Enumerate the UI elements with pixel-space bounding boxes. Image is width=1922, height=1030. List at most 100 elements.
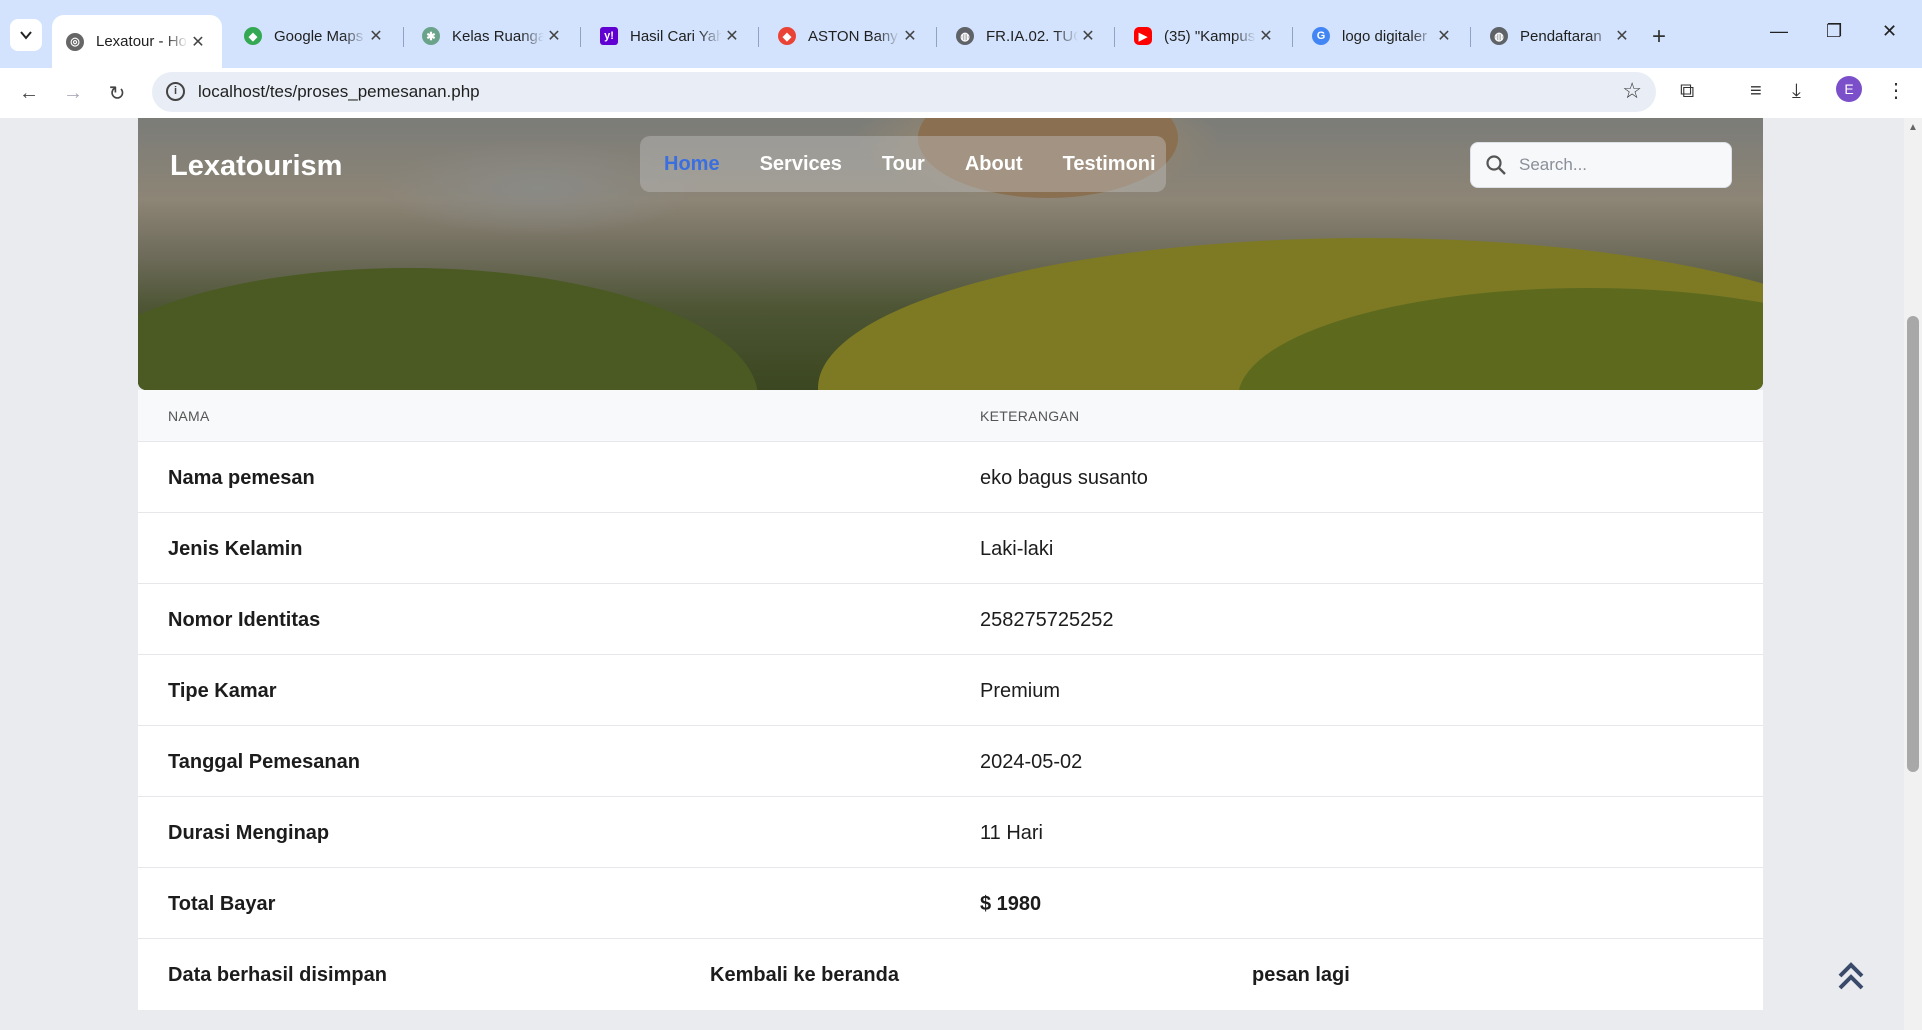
youtube-icon: ▶	[1134, 27, 1152, 45]
nav-services[interactable]: Services	[760, 153, 842, 176]
table-footer-row: Data berhasil disimpan Kembali ke berand…	[138, 939, 1763, 1010]
url-text: localhost/tes/proses_pemesanan.php	[198, 82, 480, 101]
close-icon[interactable]: ✕	[366, 26, 386, 46]
profile-avatar[interactable]: E	[1836, 76, 1862, 102]
nav-home[interactable]: Home	[664, 153, 720, 176]
row-label: Tipe Kamar	[168, 680, 277, 702]
row-value: Premium	[980, 680, 1061, 702]
tab-title: FR.IA.02. TUG	[986, 27, 1078, 45]
classroom-icon: ✱	[422, 27, 440, 45]
column-header-nama: NAMA	[168, 408, 210, 424]
tab-title: Pendaftaran	[1520, 27, 1602, 45]
table-row: Nama pemesan eko bagus susanto	[138, 442, 1763, 513]
tab-separator	[936, 27, 937, 47]
tab-search-button[interactable]	[10, 19, 42, 51]
minimize-button[interactable]: —	[1770, 21, 1788, 42]
tab-title: ASTON Bany	[808, 27, 898, 45]
tab-kelas-ruang[interactable]: ✱ Kelas Ruanga ✕	[408, 15, 578, 57]
row-label: Nomor Identitas	[168, 609, 321, 631]
tab-google-maps[interactable]: ◆ Google Maps ✕	[230, 15, 400, 57]
globe-icon: ◍	[956, 27, 974, 45]
row-value: Laki-laki	[980, 538, 1054, 560]
page-scrollbar[interactable]: ▲	[1904, 118, 1922, 1030]
address-bar[interactable]: i localhost/tes/proses_pemesanan.php ☆	[152, 72, 1656, 112]
close-icon[interactable]: ✕	[1434, 26, 1454, 46]
tab-separator	[1114, 27, 1115, 47]
book-again-link[interactable]: pesan lagi	[1252, 964, 1350, 987]
reload-button[interactable]: ↻	[102, 78, 132, 108]
tab-aston[interactable]: ◆ ASTON Bany ✕	[764, 15, 934, 57]
tab-title: Google Maps	[274, 27, 364, 45]
scroll-up-arrow-icon[interactable]: ▲	[1908, 122, 1918, 133]
media-control-icon[interactable]: ≡	[1750, 80, 1762, 103]
tab-pendaftaran[interactable]: ◍ Pendaftaran ✕	[1476, 15, 1646, 57]
table-header: NAMA KETERANGAN	[138, 390, 1763, 442]
browser-tab-bar: ◎ Lexatour - Ho ✕ ◆ Google Maps ✕ ✱ Kela…	[0, 0, 1922, 68]
tab-yahoo[interactable]: y! Hasil Cari Yah ✕	[586, 15, 756, 57]
close-icon[interactable]: ✕	[900, 26, 920, 46]
tab-separator	[403, 27, 404, 47]
back-home-link[interactable]: Kembali ke beranda	[710, 964, 899, 987]
tab-separator	[580, 27, 581, 47]
tab-separator	[1292, 27, 1293, 47]
row-label: Jenis Kelamin	[168, 538, 303, 560]
close-window-button[interactable]: ✕	[1882, 21, 1897, 42]
save-status-text: Data berhasil disimpan	[168, 964, 387, 986]
back-to-top-icon[interactable]	[1836, 960, 1866, 1000]
site-logo[interactable]: Lexatourism	[170, 150, 342, 183]
search-input[interactable]	[1519, 153, 1719, 177]
tab-title: Hasil Cari Yah	[630, 27, 722, 45]
tab-title: (35) "Kampus	[1164, 27, 1256, 45]
downloads-icon[interactable]: ⤓	[1792, 80, 1801, 103]
row-value: 2024-05-02	[980, 751, 1083, 773]
tab-separator	[1470, 27, 1471, 47]
restore-button[interactable]: ❐	[1826, 21, 1842, 42]
chevron-down-icon	[20, 31, 32, 40]
close-icon[interactable]: ✕	[544, 26, 564, 46]
booking-table: NAMA KETERANGAN Nama pemesan eko bagus s…	[138, 390, 1763, 1010]
close-icon[interactable]: ✕	[1612, 26, 1632, 46]
row-value: 258275725252	[980, 609, 1114, 631]
close-icon[interactable]: ✕	[1078, 26, 1098, 46]
site-search	[1470, 142, 1732, 188]
google-icon: G	[1312, 27, 1330, 45]
table-row: Tanggal Pemesanan 2024-05-02	[138, 726, 1763, 797]
hero-foliage	[138, 268, 758, 390]
tab-lexatour[interactable]: ◎ Lexatour - Ho ✕	[52, 15, 222, 68]
main-nav: Home Services Tour About Testimoni	[640, 136, 1166, 192]
row-label: Durasi Menginap	[168, 822, 330, 844]
nav-about[interactable]: About	[965, 153, 1023, 176]
table-row: Total Bayar $ 1980	[138, 868, 1763, 939]
close-icon[interactable]: ✕	[188, 32, 208, 52]
tab-title: Lexatour - Ho	[96, 33, 187, 50]
forward-button[interactable]: →	[58, 78, 88, 108]
row-label: Nama pemesan	[168, 467, 315, 489]
new-tab-button[interactable]: +	[1652, 23, 1666, 51]
tab-youtube[interactable]: ▶ (35) "Kampus ✕	[1120, 15, 1290, 57]
row-value: 11 Hari	[980, 822, 1043, 844]
close-icon[interactable]: ✕	[722, 26, 742, 46]
extensions-icon[interactable]: ⧉	[1680, 80, 1694, 103]
back-button[interactable]: ←	[14, 78, 44, 108]
close-icon[interactable]: ✕	[1256, 26, 1276, 46]
nav-tour[interactable]: Tour	[882, 153, 925, 176]
tab-fria[interactable]: ◍ FR.IA.02. TUG ✕	[942, 15, 1112, 57]
column-header-keterangan: KETERANGAN	[980, 408, 1080, 424]
tab-google[interactable]: G logo digitaler ✕	[1298, 15, 1468, 57]
search-icon	[1486, 155, 1506, 175]
row-value: eko bagus susanto	[980, 467, 1148, 489]
table-row: Jenis Kelamin Laki-laki	[138, 513, 1763, 584]
tab-title: logo digitaler	[1342, 27, 1428, 45]
globe-icon: ◍	[1490, 27, 1508, 45]
bookmark-star-icon[interactable]: ☆	[1622, 78, 1642, 104]
row-label: Tanggal Pemesanan	[168, 751, 360, 773]
tabstrip: ◎ Lexatour - Ho ✕ ◆ Google Maps ✕ ✱ Kela…	[0, 11, 1922, 68]
yahoo-icon: y!	[600, 27, 618, 45]
menu-icon[interactable]: ⋮	[1886, 78, 1906, 103]
tab-separator	[758, 27, 759, 47]
lexatour-icon: ◎	[66, 32, 84, 51]
nav-testimoni[interactable]: Testimoni	[1063, 153, 1156, 176]
site-info-icon[interactable]: i	[166, 82, 185, 101]
scroll-thumb[interactable]	[1907, 316, 1919, 772]
row-label: Total Bayar	[168, 893, 276, 915]
